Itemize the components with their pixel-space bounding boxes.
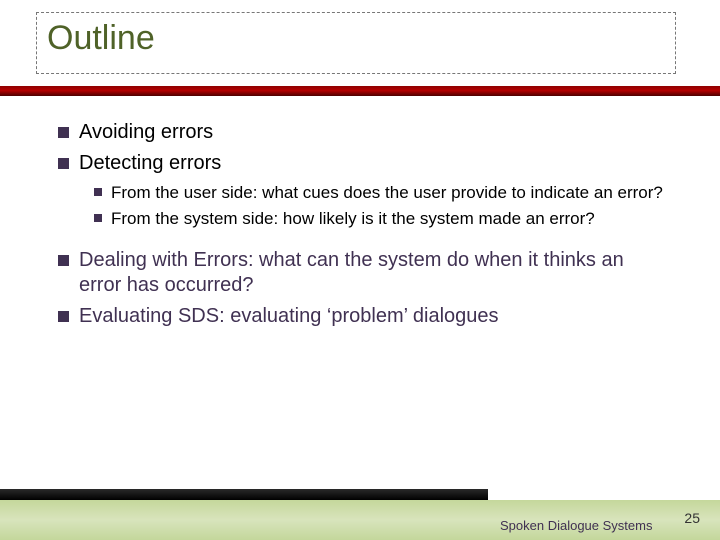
square-bullet-icon (58, 311, 69, 322)
sub-list: From the user side: what cues does the u… (94, 182, 668, 230)
slide: Outline Avoiding errors Detecting errors… (0, 0, 720, 540)
square-bullet-icon (58, 158, 69, 169)
square-bullet-icon (58, 255, 69, 266)
square-bullet-icon (94, 214, 102, 222)
page-number: 25 (684, 510, 700, 526)
content-area: Avoiding errors Detecting errors From th… (58, 120, 668, 335)
footer: Spoken Dialogue Systems 25 (0, 486, 720, 540)
sub-bullet-item: From the system side: how likely is it t… (94, 208, 668, 230)
footer-label: Spoken Dialogue Systems (500, 518, 652, 534)
bullet-item: Dealing with Errors: what can the system… (58, 248, 668, 298)
bullet-text: Avoiding errors (79, 120, 213, 145)
bullet-item: Detecting errors (58, 151, 668, 176)
title-box: Outline (36, 12, 676, 74)
footer-dark-bar (0, 489, 488, 500)
bullet-text: Evaluating SDS: evaluating ‘problem’ dia… (79, 304, 499, 329)
sub-bullet-text: From the user side: what cues does the u… (111, 182, 663, 204)
accent-bar (0, 86, 720, 96)
bullet-text: Dealing with Errors: what can the system… (79, 248, 668, 298)
bullet-item: Evaluating SDS: evaluating ‘problem’ dia… (58, 304, 668, 329)
sub-bullet-text: From the system side: how likely is it t… (111, 208, 595, 230)
square-bullet-icon (58, 127, 69, 138)
square-bullet-icon (94, 188, 102, 196)
slide-title: Outline (47, 19, 665, 58)
bullet-item: Avoiding errors (58, 120, 668, 145)
sub-bullet-item: From the user side: what cues does the u… (94, 182, 668, 204)
bullet-text: Detecting errors (79, 151, 221, 176)
